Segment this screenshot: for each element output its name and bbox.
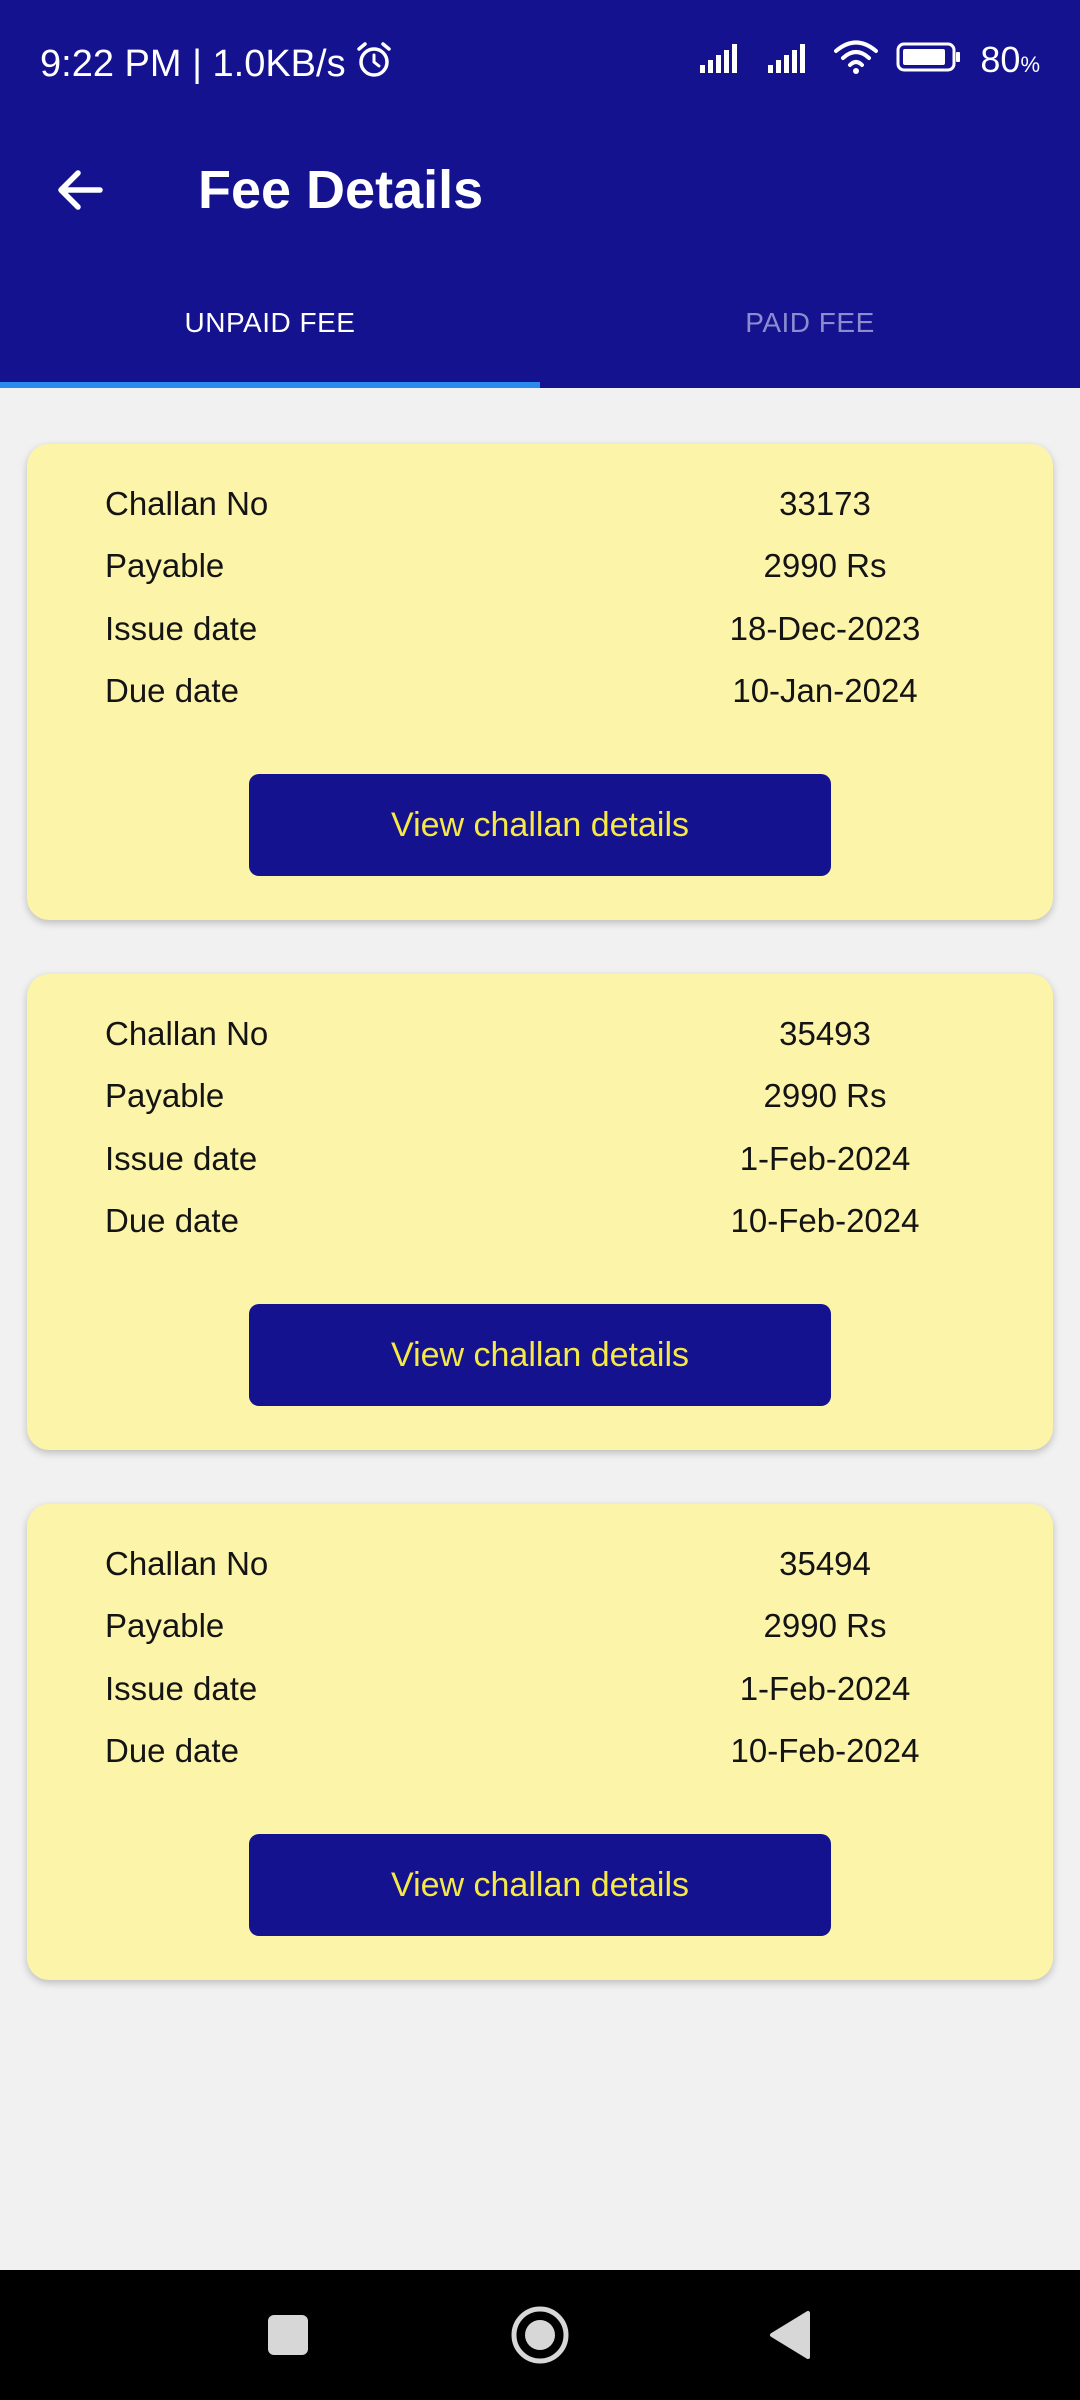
row-label: Due date	[105, 1732, 239, 1769]
back-triangle-icon	[770, 2311, 810, 2359]
row-value: 10-Feb-2024	[730, 1732, 920, 1769]
recents-button[interactable]	[248, 2295, 328, 2375]
challan-card: Challan No 33173 Payable 2990 Rs Issue d…	[27, 444, 1053, 920]
row-label: Challan No	[105, 1545, 269, 1582]
signal-icon	[766, 41, 816, 79]
row-label: Issue date	[105, 610, 258, 647]
row-label: Issue date	[105, 1670, 258, 1707]
row-value: 2990 Rs	[763, 1607, 887, 1644]
wifi-icon	[834, 40, 879, 80]
due-date-row: Due date 10-Feb-2024	[105, 1196, 975, 1246]
row-value: 35493	[779, 1015, 871, 1052]
row-value: 18-Dec-2023	[729, 610, 921, 647]
challan-no-row: Challan No 35494	[105, 1539, 975, 1589]
signal-icon	[698, 41, 748, 79]
view-challan-details-button[interactable]: View challan details	[249, 1834, 831, 1936]
row-label: Issue date	[105, 1140, 258, 1177]
challan-card: Challan No 35493 Payable 2990 Rs Issue d…	[27, 974, 1053, 1450]
view-challan-details-button[interactable]: View challan details	[249, 774, 831, 876]
tab-paid-fee[interactable]: PAID FEE	[540, 258, 1080, 388]
alarm-icon	[354, 40, 394, 87]
due-date-row: Due date 10-Jan-2024	[105, 666, 975, 716]
home-icon	[511, 2306, 569, 2364]
challan-card: Challan No 35494 Payable 2990 Rs Issue d…	[27, 1504, 1053, 1980]
back-button[interactable]	[40, 150, 120, 230]
row-value: 33173	[779, 485, 871, 522]
battery-icon	[896, 41, 962, 79]
battery-percent-unit: %	[1020, 52, 1040, 77]
status-right: 80%	[698, 40, 1040, 80]
payable-row: Payable 2990 Rs	[105, 541, 975, 591]
row-label: Payable	[105, 547, 225, 584]
issue-date-row: Issue date 1-Feb-2024	[105, 1664, 975, 1714]
row-value: 1-Feb-2024	[739, 1670, 911, 1707]
row-label: Challan No	[105, 1015, 269, 1052]
row-label: Due date	[105, 1202, 239, 1239]
tab-unpaid-fee[interactable]: UNPAID FEE	[0, 258, 540, 388]
payable-row: Payable 2990 Rs	[105, 1601, 975, 1651]
status-time-speed: 9:22 PM | 1.0KB/s	[40, 42, 346, 85]
row-value: 1-Feb-2024	[739, 1140, 911, 1177]
row-value: 35494	[779, 1545, 871, 1582]
due-date-row: Due date 10-Feb-2024	[105, 1726, 975, 1776]
system-nav-bar	[0, 2270, 1080, 2400]
tab-bar: UNPAID FEE PAID FEE	[0, 258, 1080, 388]
tab-indicator	[0, 382, 540, 388]
challan-no-row: Challan No 33173	[105, 479, 975, 529]
payable-row: Payable 2990 Rs	[105, 1071, 975, 1121]
issue-date-row: Issue date 18-Dec-2023	[105, 604, 975, 654]
status-bar: 9:22 PM | 1.0KB/s 80%	[0, 0, 1080, 130]
recents-icon	[268, 2315, 308, 2355]
battery-percent-value: 80	[980, 39, 1021, 80]
row-label: Challan No	[105, 485, 269, 522]
arrow-left-icon	[58, 170, 103, 210]
battery-percentage: 80%	[980, 42, 1040, 78]
row-label: Payable	[105, 1607, 225, 1644]
tab-unpaid-fee-label: UNPAID FEE	[184, 307, 356, 338]
home-button[interactable]	[500, 2295, 580, 2375]
status-left: 9:22 PM | 1.0KB/s	[40, 40, 394, 87]
tab-paid-fee-label: PAID FEE	[745, 307, 875, 338]
challan-no-row: Challan No 35493	[105, 1009, 975, 1059]
row-value: 2990 Rs	[763, 1077, 887, 1114]
issue-date-row: Issue date 1-Feb-2024	[105, 1134, 975, 1184]
view-challan-details-button[interactable]: View challan details	[249, 1304, 831, 1406]
page-title: Fee Details	[198, 160, 484, 220]
app-bar: Fee Details	[0, 130, 1080, 258]
row-value: 10-Feb-2024	[730, 1202, 920, 1239]
row-value: 10-Jan-2024	[732, 672, 918, 709]
row-label: Due date	[105, 672, 239, 709]
row-value: 2990 Rs	[763, 547, 887, 584]
system-back-button[interactable]	[750, 2295, 830, 2375]
row-label: Payable	[105, 1077, 225, 1114]
